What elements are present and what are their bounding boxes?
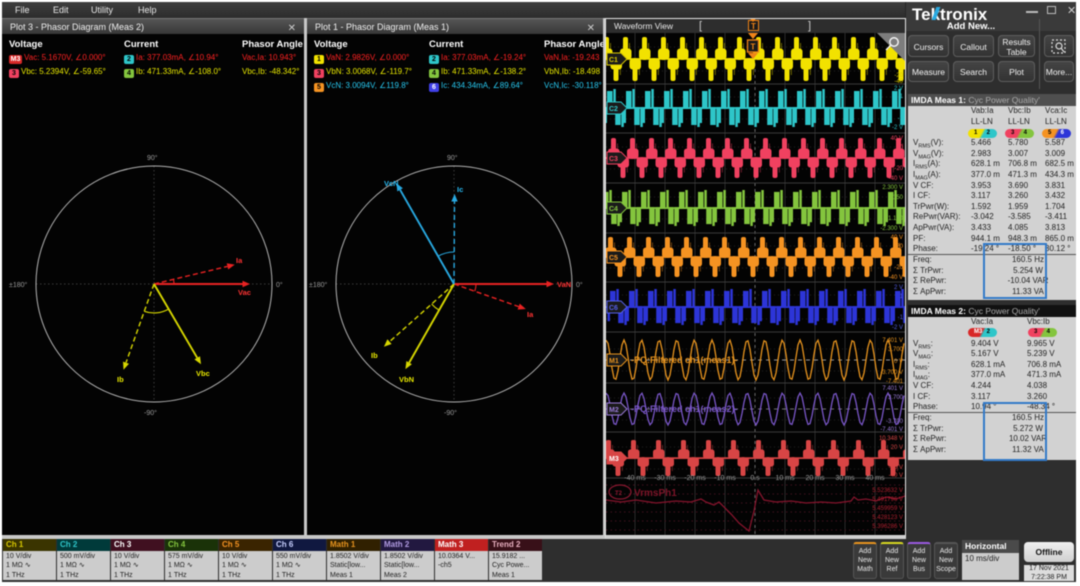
svg-text:-1: -1 [898, 315, 904, 321]
svg-text:±180°: ±180° [309, 281, 328, 289]
svg-text:Ib: Ib [117, 375, 124, 384]
svg-text:20 ms: 20 ms [805, 475, 825, 482]
svg-text:-1.150: -1.150 [886, 216, 904, 222]
svg-text:30 ms: 30 ms [835, 475, 855, 482]
svg-text:Ia: Ia [527, 310, 534, 319]
svg-text:-2.300 V: -2.300 V [880, 226, 903, 232]
svg-text:5.396286 V: 5.396286 V [872, 524, 903, 530]
svg-text:M3: M3 [609, 456, 619, 463]
svg-text:-40 ms: -40 ms [624, 475, 646, 482]
svg-text:-20: -20 [894, 265, 903, 271]
svg-text:-40 V: -40 V [889, 176, 903, 182]
svg-text:C6: C6 [609, 305, 618, 312]
svg-text:T: T [751, 43, 756, 52]
svg-text:-10 ms: -10 ms [714, 475, 736, 482]
svg-text:40 V: 40 V [891, 136, 903, 142]
svg-text:M1: M1 [609, 358, 619, 365]
svg-text:-2 V: -2 V [892, 125, 903, 131]
svg-text:Vac: Vac [238, 288, 251, 297]
svg-text:-90°: -90° [144, 409, 157, 417]
svg-text:-30 ms: -30 ms [654, 475, 676, 482]
svg-text:-PQ:Filtered ch1(meas1)-: -PQ:Filtered ch1(meas1)- [631, 355, 738, 365]
svg-text:5.459959 V: 5.459959 V [872, 506, 903, 512]
svg-text:-PQ:Filtered ch1(meas2)-: -PQ:Filtered ch1(meas2)- [631, 404, 738, 414]
svg-text:-40: -40 [894, 79, 903, 85]
svg-text:5.523632 V: 5.523632 V [872, 488, 903, 494]
svg-text:C3: C3 [609, 156, 618, 163]
svg-text:-3.700 V: -3.700 V [880, 370, 903, 376]
svg-text:90°: 90° [147, 154, 158, 162]
svg-text:2 V: 2 V [894, 86, 903, 92]
svg-text:2 V: 2 V [894, 285, 903, 291]
svg-text:-1: -1 [898, 116, 904, 122]
svg-text:-20 V: -20 V [889, 465, 903, 471]
svg-text:Ib: Ib [371, 351, 378, 360]
svg-text:-20: -20 [894, 166, 903, 172]
svg-text:3.700: 3.700 [888, 395, 904, 401]
svg-text:Vbc: Vbc [196, 369, 210, 378]
svg-text:C5: C5 [609, 255, 618, 262]
svg-text:7.401 V: 7.401 V [882, 386, 903, 392]
svg-text:-40 V: -40 V [889, 473, 903, 479]
svg-text:5.491796 V: 5.491796 V [872, 497, 903, 503]
svg-text:2.300 V: 2.300 V [882, 185, 903, 191]
svg-text:Ia: Ia [236, 256, 243, 265]
svg-text:VaN: VaN [557, 280, 571, 289]
svg-text:M2: M2 [609, 407, 619, 414]
svg-text:20: 20 [896, 244, 903, 250]
svg-text:7.401 V: 7.401 V [882, 338, 903, 344]
svg-text:40 ms: 40 ms [865, 475, 885, 482]
svg-text:10.348 V: 10.348 V [879, 436, 903, 442]
svg-text:C4: C4 [609, 206, 618, 213]
svg-text:0°: 0° [576, 281, 583, 289]
svg-text:±180°: ±180° [9, 281, 28, 289]
svg-text:-40 V: -40 V [889, 275, 903, 281]
svg-text:T2: T2 [615, 491, 623, 497]
svg-text:0 V: 0 V [894, 359, 903, 365]
svg-text:VbN: VbN [399, 375, 414, 384]
svg-text:0°: 0° [276, 281, 283, 289]
svg-text:VrmsPh1: VrmsPh1 [634, 488, 677, 499]
svg-text:90°: 90° [447, 154, 458, 162]
svg-text:C1: C1 [609, 57, 618, 64]
svg-text:-90°: -90° [444, 409, 457, 417]
svg-text:10 ms: 10 ms [775, 475, 795, 482]
svg-text:3.700: 3.700 [888, 347, 904, 353]
svg-text:20: 20 [896, 145, 903, 151]
svg-text:-20 ms: -20 ms [684, 475, 706, 482]
svg-text:-7.401: -7.401 [886, 379, 904, 385]
svg-text:C2: C2 [609, 106, 618, 113]
svg-text:-2 V: -2 V [892, 325, 903, 331]
svg-text:1.150: 1.150 [888, 195, 904, 201]
svg-text:5.428123 V: 5.428123 V [872, 515, 903, 521]
svg-text:0 s: 0 s [750, 475, 760, 482]
svg-text:20 V: 20 V [891, 445, 903, 451]
svg-text:Ic: Ic [457, 185, 463, 194]
svg-text:-3.700: -3.700 [886, 419, 904, 425]
svg-text:-7.401 V: -7.401 V [880, 427, 903, 433]
svg-text:VcN: VcN [384, 179, 399, 188]
svg-text:40 V: 40 V [891, 235, 903, 241]
